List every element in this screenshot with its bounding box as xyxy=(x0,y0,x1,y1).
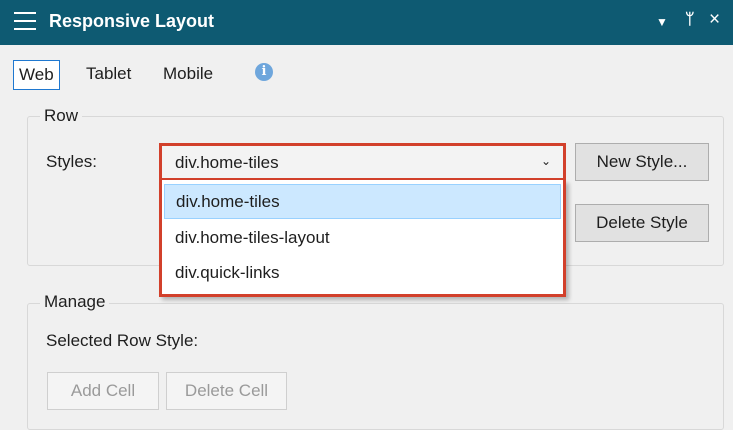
triangle-down-icon[interactable]: ▼ xyxy=(656,12,668,32)
selected-row-style-label: Selected Row Style: xyxy=(46,331,199,350)
manage-group-title: Manage xyxy=(40,292,110,312)
pin-icon[interactable]: ᛘ xyxy=(685,10,695,30)
add-cell-button[interactable]: Add Cell xyxy=(47,372,159,410)
tab-mobile[interactable]: Mobile xyxy=(158,60,218,88)
styles-dropdown-list: div.home-tiles div.home-tiles-layout div… xyxy=(159,180,566,297)
manage-group xyxy=(27,303,724,430)
dropdown-option-quick-links[interactable]: div.quick-links xyxy=(164,255,561,290)
tab-web[interactable]: Web xyxy=(13,60,60,90)
delete-style-button[interactable]: Delete Style xyxy=(575,204,709,242)
chevron-down-icon[interactable]: ⌄ xyxy=(541,154,551,168)
hamburger-icon[interactable] xyxy=(14,12,36,32)
panel-titlebar: Responsive Layout ▼ ᛘ × xyxy=(0,0,733,45)
responsive-layout-panel: Responsive Layout ▼ ᛘ × Web Tablet Mobil… xyxy=(0,0,733,430)
dropdown-option-home-tiles-layout[interactable]: div.home-tiles-layout xyxy=(164,220,561,255)
panel-title: Responsive Layout xyxy=(49,11,215,31)
info-icon[interactable]: i xyxy=(255,63,273,81)
new-style-button[interactable]: New Style... xyxy=(575,143,709,181)
dropdown-option-home-tiles[interactable]: div.home-tiles xyxy=(164,184,561,219)
row-group-title: Row xyxy=(40,106,83,126)
styles-label: Styles: xyxy=(46,152,98,171)
styles-combobox[interactable]: div.home-tiles ⌄ xyxy=(159,143,566,181)
delete-cell-button[interactable]: Delete Cell xyxy=(166,372,287,410)
tab-tablet[interactable]: Tablet xyxy=(81,60,136,88)
styles-combobox-value: div.home-tiles xyxy=(175,153,279,172)
close-icon[interactable]: × xyxy=(709,10,720,30)
